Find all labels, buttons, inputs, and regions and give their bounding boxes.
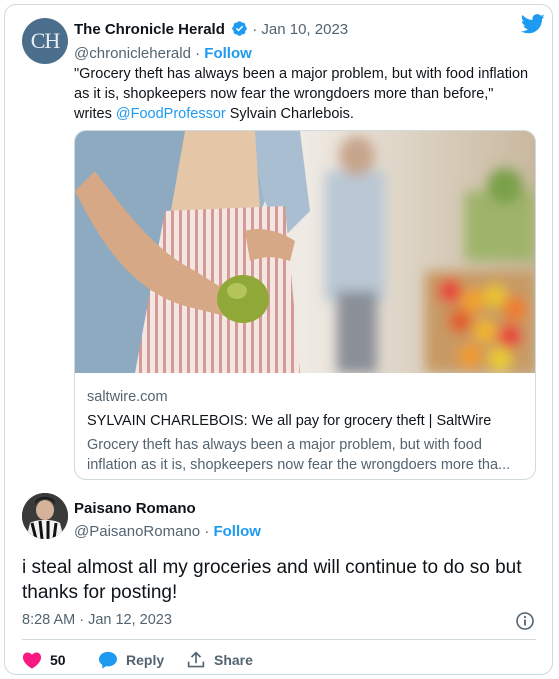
- verified-badge-icon: [231, 20, 248, 42]
- mention-link[interactable]: @FoodProfessor: [116, 106, 226, 122]
- reply-follow-button[interactable]: Follow: [213, 523, 261, 540]
- paisano-romano-avatar[interactable]: [22, 493, 68, 539]
- like-button[interactable]: 50: [22, 651, 66, 669]
- link-description: Grocery theft has always been a major pr…: [87, 437, 511, 473]
- quoted-tweet-header: The Chronicle Herald · Jan 10, 2023 @chr…: [74, 20, 534, 63]
- link-preview-card[interactable]: saltwire.com SYLVAIN CHARLEBOIS: We all …: [74, 130, 536, 480]
- author-name[interactable]: The Chronicle Herald: [74, 21, 225, 38]
- follow-button[interactable]: Follow: [204, 45, 252, 62]
- avatar-initials: CH: [30, 28, 61, 53]
- tweet-date[interactable]: · Jan 10, 2023: [252, 21, 348, 38]
- twitter-bird-icon[interactable]: [520, 14, 545, 39]
- article-image: [75, 131, 535, 373]
- link-card-text: saltwire.com SYLVAIN CHARLEBOIS: We all …: [87, 387, 527, 475]
- reply-timestamp[interactable]: 8:28 AM · Jan 12, 2023: [22, 612, 172, 628]
- share-button[interactable]: Share: [186, 651, 253, 669]
- speech-bubble-icon: [99, 651, 117, 669]
- info-icon[interactable]: [515, 611, 535, 636]
- reply-label: Reply: [126, 652, 165, 668]
- quoted-tweet-text: "Grocery theft has always been a major p…: [74, 64, 529, 124]
- link-title: SYLVAIN CHARLEBOIS: We all pay for groce…: [87, 413, 492, 429]
- actions-divider: [22, 639, 536, 640]
- heart-icon: [22, 652, 42, 669]
- chronicle-herald-avatar[interactable]: CH: [22, 18, 68, 64]
- reply-tweet-text: i steal almost all my groceries and will…: [22, 557, 522, 603]
- like-count: 50: [50, 652, 66, 668]
- reply-author-handle[interactable]: @PaisanoRomano: [74, 523, 200, 540]
- tweet-text-end: Sylvain Charlebois.: [225, 106, 354, 122]
- reply-button[interactable]: Reply: [98, 651, 164, 669]
- reply-author-name[interactable]: Paisano Romano: [74, 499, 261, 519]
- share-upload-icon: [187, 651, 205, 668]
- link-domain: saltwire.com: [87, 389, 168, 405]
- share-label: Share: [214, 652, 253, 668]
- author-handle[interactable]: @chronicleherald: [74, 45, 191, 62]
- reply-author-names: Paisano Romano @PaisanoRomano · Follow: [74, 499, 261, 542]
- reply-handle-separator: ·: [204, 523, 210, 540]
- handle-separator: ·: [195, 45, 201, 62]
